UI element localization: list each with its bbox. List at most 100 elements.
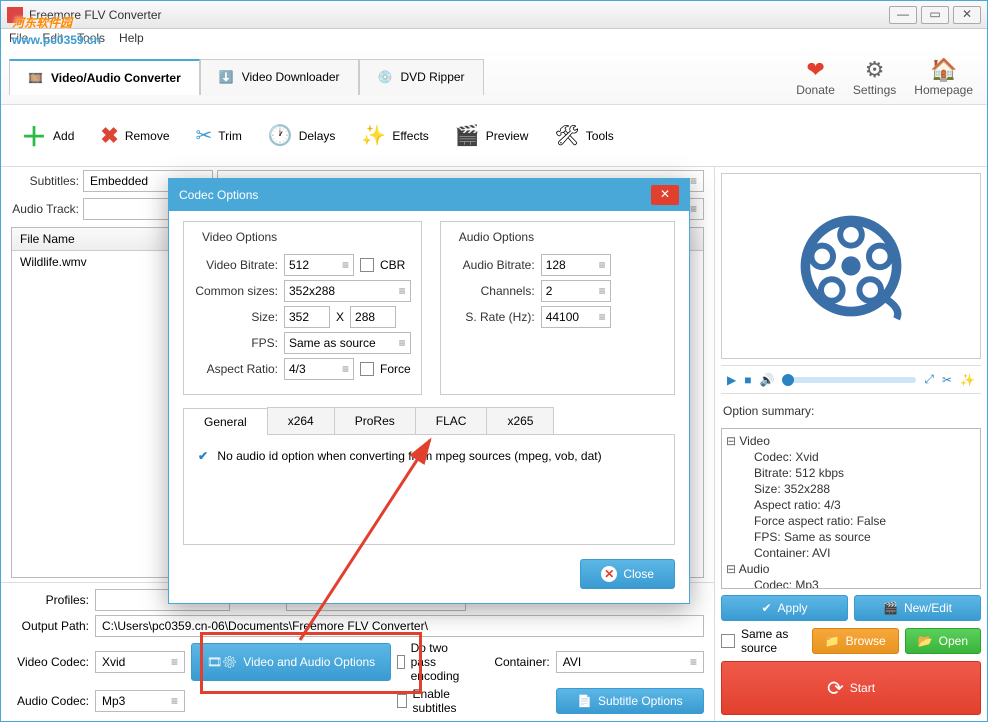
- plus-icon: ＋: [21, 117, 47, 154]
- dialog-title: Codec Options: [179, 188, 258, 202]
- play-icon[interactable]: ▶: [727, 373, 736, 387]
- twopass-label: Do two pass encoding: [411, 641, 466, 683]
- srate-combo[interactable]: 44100: [541, 306, 611, 328]
- add-button[interactable]: ＋Add: [11, 111, 84, 160]
- maximize-button[interactable]: ▭: [921, 6, 949, 24]
- volume-icon[interactable]: 🔊: [759, 373, 774, 387]
- tree-audio[interactable]: Audio: [726, 561, 976, 577]
- fps-label: FPS:: [194, 336, 278, 350]
- close-button[interactable]: ✕: [953, 6, 981, 24]
- abitrate-combo[interactable]: 128: [541, 254, 611, 276]
- cut-icon[interactable]: ✂: [942, 373, 952, 387]
- menu-tools[interactable]: Tools: [77, 31, 105, 47]
- audiotrack-label: Audio Track:: [11, 202, 79, 216]
- tab-flac[interactable]: FLAC: [415, 407, 488, 434]
- force-checkbox[interactable]: [360, 362, 374, 376]
- output-actions: Same as source 📁Browse 📂Open: [721, 627, 981, 655]
- vbitrate-label: Video Bitrate:: [194, 258, 278, 272]
- vbitrate-combo[interactable]: 512: [284, 254, 354, 276]
- x-icon: ✖: [100, 123, 118, 149]
- trim-button[interactable]: ✂Trim: [186, 117, 252, 154]
- player-controls: ▶ ■ 🔊 ⤢ ✂ ✨: [721, 365, 981, 394]
- tab-x264[interactable]: x264: [267, 407, 335, 434]
- open-button[interactable]: 📂Open: [905, 628, 981, 654]
- width-spinner[interactable]: [284, 306, 330, 328]
- option-summary[interactable]: Video Codec: Xvid Bitrate: 512 kbps Size…: [721, 428, 981, 589]
- srate-label: S. Rate (Hz):: [451, 310, 535, 324]
- tools-button[interactable]: 🛠Tools: [544, 117, 623, 154]
- tree-item: Codec: Mp3: [726, 577, 976, 589]
- clapper-icon: 🎬: [883, 601, 898, 615]
- dialog-tabs: General x264 ProRes FLAC x265: [183, 407, 675, 435]
- tree-video[interactable]: Video: [726, 433, 976, 449]
- twopass-checkbox[interactable]: [397, 655, 405, 669]
- tree-item: Aspect ratio: 4/3: [726, 497, 976, 513]
- new-edit-button[interactable]: 🎬New/Edit: [854, 595, 981, 621]
- subtitle-options-button[interactable]: 📄Subtitle Options: [556, 688, 704, 714]
- film-icon: 🎞️: [28, 71, 43, 85]
- settings-button[interactable]: ⚙Settings: [853, 57, 896, 97]
- aspect-combo[interactable]: 4/3: [284, 358, 354, 380]
- tab-general[interactable]: General: [183, 408, 268, 435]
- reel-gear-icon: 🎞⚙: [207, 655, 237, 669]
- fx-icon[interactable]: ✨: [960, 373, 975, 387]
- video-options-fieldset: Video Options Video Bitrate:512CBR Commo…: [183, 221, 422, 395]
- delays-button[interactable]: 🕐Delays: [258, 117, 346, 154]
- tab-prores[interactable]: ProRes: [334, 407, 416, 434]
- fps-combo[interactable]: Same as source: [284, 332, 411, 354]
- audio-codec-combo[interactable]: Mp3: [95, 690, 185, 712]
- checkmark-icon[interactable]: ✔: [198, 449, 208, 463]
- profiles-label: Profiles:: [11, 593, 89, 607]
- minimize-button[interactable]: —: [889, 6, 917, 24]
- tab-x265[interactable]: x265: [486, 407, 554, 434]
- effects-button[interactable]: ✨Effects: [351, 117, 438, 154]
- output-path-input[interactable]: C:\Users\pc0359.cn-06\Documents\Freemore…: [95, 615, 704, 637]
- common-label: Common sizes:: [194, 284, 278, 298]
- donate-button[interactable]: ❤Donate: [796, 57, 835, 97]
- cbr-checkbox[interactable]: [360, 258, 374, 272]
- homepage-button[interactable]: 🏠Homepage: [914, 57, 973, 97]
- dialog-close-button[interactable]: ✕: [651, 185, 679, 205]
- tools-icon: 🛠: [554, 123, 579, 148]
- main-tabs: 🎞️ Video/Audio Converter ⬇️ Video Downlo…: [9, 59, 484, 95]
- expand-icon[interactable]: ⤢: [924, 372, 934, 387]
- refresh-icon: ⟳: [827, 676, 844, 701]
- browse-button[interactable]: 📁Browse: [812, 628, 899, 654]
- channels-combo[interactable]: 2: [541, 280, 611, 302]
- menu-help[interactable]: Help: [119, 31, 144, 47]
- ensubs-checkbox[interactable]: [397, 694, 407, 708]
- video-audio-options-button[interactable]: 🎞⚙ Video and Audio Options: [191, 643, 391, 681]
- common-sizes-combo[interactable]: 352x288: [284, 280, 411, 302]
- remove-button[interactable]: ✖Remove: [90, 117, 179, 155]
- same-as-source-checkbox[interactable]: [721, 634, 735, 648]
- apply-button[interactable]: ✔Apply: [721, 595, 848, 621]
- container-combo[interactable]: AVI: [556, 651, 704, 673]
- menu-file[interactable]: File: [9, 31, 28, 47]
- seek-slider[interactable]: [782, 377, 916, 383]
- preview-button[interactable]: 🎬Preview: [445, 117, 539, 154]
- tab-converter[interactable]: 🎞️ Video/Audio Converter: [9, 59, 200, 95]
- channels-label: Channels:: [451, 284, 535, 298]
- titlebar[interactable]: Freemore FLV Converter — ▭ ✕: [1, 1, 987, 29]
- noaudioid-label: No audio id option when converting from …: [217, 449, 601, 463]
- clock-icon: 🕐: [268, 123, 293, 148]
- stop-icon[interactable]: ■: [744, 373, 751, 387]
- tab-ripper-label: DVD Ripper: [401, 70, 465, 84]
- menubar: File Edit Tools Help: [1, 29, 987, 49]
- tab-ripper[interactable]: 💿 DVD Ripper: [359, 59, 484, 95]
- menu-edit[interactable]: Edit: [42, 31, 63, 47]
- height-spinner[interactable]: [350, 306, 396, 328]
- start-button[interactable]: ⟳ Start: [721, 661, 981, 715]
- size-label: Size:: [194, 310, 278, 324]
- video-legend: Video Options: [198, 230, 281, 244]
- subtitles-label: Subtitles:: [11, 174, 79, 188]
- dialog-body: Video Options Video Bitrate:512CBR Commo…: [169, 211, 689, 603]
- tree-item: Size: 352x288: [726, 481, 976, 497]
- tab-downloader[interactable]: ⬇️ Video Downloader: [200, 59, 359, 95]
- video-codec-combo[interactable]: Xvid: [95, 651, 185, 673]
- check-icon: ✔: [761, 601, 771, 615]
- gear-icon: ⚙: [853, 57, 896, 83]
- dialog-titlebar[interactable]: Codec Options ✕: [169, 179, 689, 211]
- heart-icon: ❤: [796, 57, 835, 83]
- close-button[interactable]: ✕ Close: [580, 559, 675, 589]
